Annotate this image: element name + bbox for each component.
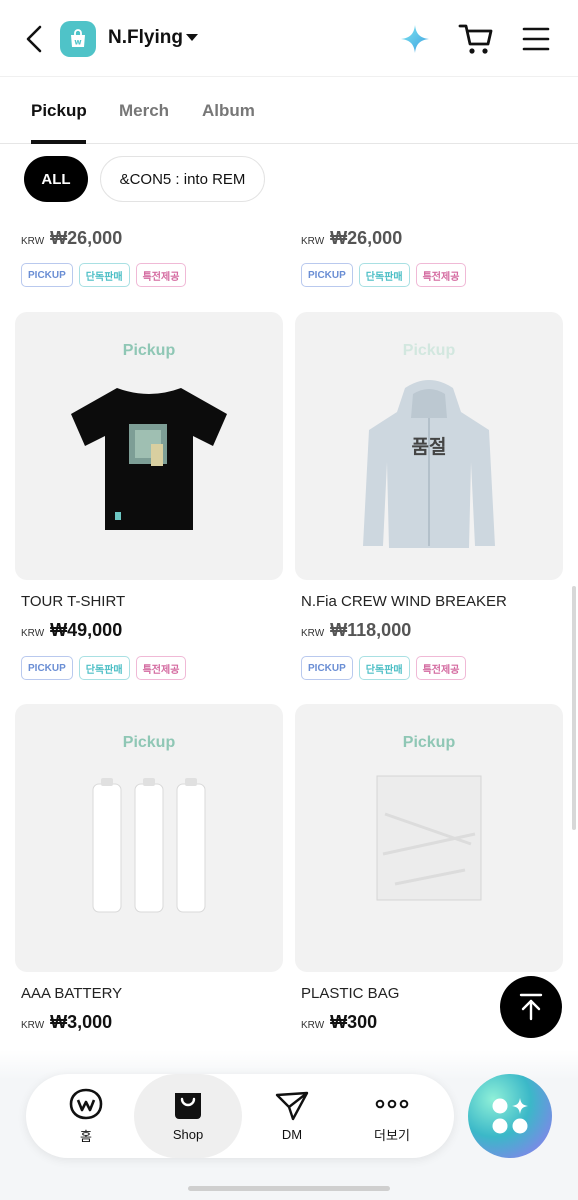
- nav-label: DM: [281, 1126, 303, 1142]
- sold-out-label: 품절: [411, 437, 447, 458]
- apps-launcher-button[interactable]: [468, 1074, 552, 1158]
- home-indicator[interactable]: [188, 1186, 390, 1191]
- artist-selector[interactable]: N.Flying: [108, 27, 183, 49]
- pickup-label: Pickup: [122, 342, 176, 359]
- badge-exclusive: 단독판매: [78, 263, 130, 287]
- pickup-label: Pickup: [402, 734, 456, 751]
- badge-bonus: 특전제공: [415, 263, 467, 287]
- weverse-icon: [69, 1088, 103, 1119]
- badge-bonus: 특전제공: [135, 656, 187, 680]
- dm-icon: [275, 1091, 309, 1120]
- price: ₩118,000: [330, 620, 412, 640]
- product-name[interactable]: N.Fia CREW WIND BREAKER: [301, 593, 507, 610]
- svg-text:w: w: [74, 38, 82, 47]
- badge-row: PICKUP 단독판매 특전제공: [301, 263, 467, 287]
- filter-chip-con5[interactable]: &CON5 : into REM: [100, 156, 265, 202]
- more-dots-icon: [375, 1099, 409, 1108]
- shop-app-icon: w: [60, 21, 96, 57]
- price: ₩49,000: [50, 620, 123, 640]
- windbreaker-image: [363, 380, 495, 548]
- badge-row: PICKUP 단독판매 특전제공: [301, 656, 467, 680]
- chevron-down-icon[interactable]: [186, 34, 198, 41]
- product-name[interactable]: AAA BATTERY: [21, 985, 122, 1002]
- pickup-label: Pickup: [402, 342, 456, 359]
- price-row: KRW ₩300: [301, 1012, 377, 1033]
- back-arrow-icon[interactable]: [22, 24, 46, 54]
- product-name[interactable]: PLASTIC BAG: [301, 985, 399, 1002]
- price: ₩300: [330, 1012, 378, 1032]
- product-image[interactable]: Pickup 품절: [295, 312, 563, 580]
- shop-bag-icon: [175, 1092, 201, 1119]
- nav-label: Shop: [172, 1126, 204, 1142]
- nav-dm[interactable]: DM: [238, 1074, 346, 1158]
- currency-label: KRW: [21, 628, 45, 639]
- badge-row: PICKUP 단독판매 특전제공: [21, 656, 187, 680]
- pickup-label: Pickup: [122, 734, 176, 751]
- tab-album[interactable]: Album: [202, 101, 255, 121]
- price: ₩3,000: [50, 1012, 113, 1032]
- price: ₩26,000: [330, 228, 403, 248]
- product-image[interactable]: Pickup: [15, 312, 283, 580]
- price: ₩26,000: [50, 228, 123, 248]
- badge-row: PICKUP 단독판매 특전제공: [21, 263, 187, 287]
- badge-pickup: PICKUP: [21, 263, 73, 287]
- apps-sparkle-icon: [492, 1098, 528, 1134]
- ai-sparkle-icon[interactable]: [400, 24, 430, 54]
- tshirt-image: [71, 388, 227, 530]
- badge-exclusive: 단독판매: [78, 656, 130, 680]
- currency-label: KRW: [301, 628, 325, 639]
- active-tab-indicator: [31, 140, 86, 144]
- category-tabs: Pickup Merch Album: [0, 76, 578, 144]
- badge-bonus: 특전제공: [415, 656, 467, 680]
- price-row: KRW ₩118,000: [301, 620, 411, 641]
- battery-image: [92, 778, 206, 913]
- arrow-up-icon: [519, 993, 543, 1021]
- currency-label: KRW: [301, 236, 325, 247]
- product-name[interactable]: TOUR T-SHIRT: [21, 593, 125, 610]
- cart-icon[interactable]: [458, 22, 494, 56]
- hamburger-menu-icon[interactable]: [522, 25, 550, 53]
- price-row: KRW ₩49,000: [21, 620, 122, 641]
- tab-pickup[interactable]: Pickup: [31, 101, 87, 121]
- badge-exclusive: 단독판매: [358, 656, 410, 680]
- badge-pickup: PICKUP: [21, 656, 73, 680]
- nav-shop[interactable]: Shop: [134, 1074, 242, 1158]
- product-image[interactable]: Pickup: [15, 704, 283, 972]
- price-row: KRW ₩26,000: [21, 228, 122, 249]
- badge-exclusive: 단독판매: [358, 263, 410, 287]
- badge-pickup: PICKUP: [301, 656, 353, 680]
- tab-merch[interactable]: Merch: [119, 101, 169, 121]
- price-row: KRW ₩26,000: [301, 228, 402, 249]
- badge-bonus: 특전제공: [135, 263, 187, 287]
- scroll-to-top-button[interactable]: [500, 976, 562, 1038]
- nav-label: 더보기: [374, 1127, 410, 1143]
- product-image[interactable]: Pickup: [295, 704, 563, 972]
- price-row: KRW ₩3,000: [21, 1012, 112, 1033]
- plastic-bag-image: [376, 775, 482, 901]
- bottom-navigation: 홈 Shop DM 더보기: [26, 1074, 454, 1158]
- currency-label: KRW: [301, 1020, 325, 1031]
- filter-chip-all[interactable]: ALL: [24, 156, 88, 202]
- badge-pickup: PICKUP: [301, 263, 353, 287]
- nav-home[interactable]: 홈: [32, 1074, 140, 1158]
- nav-more[interactable]: 더보기: [338, 1074, 446, 1158]
- nav-label: 홈: [80, 1128, 92, 1144]
- currency-label: KRW: [21, 1020, 45, 1031]
- currency-label: KRW: [21, 236, 45, 247]
- top-app-bar: w N.Flying: [0, 0, 578, 76]
- scrollbar[interactable]: [572, 586, 576, 830]
